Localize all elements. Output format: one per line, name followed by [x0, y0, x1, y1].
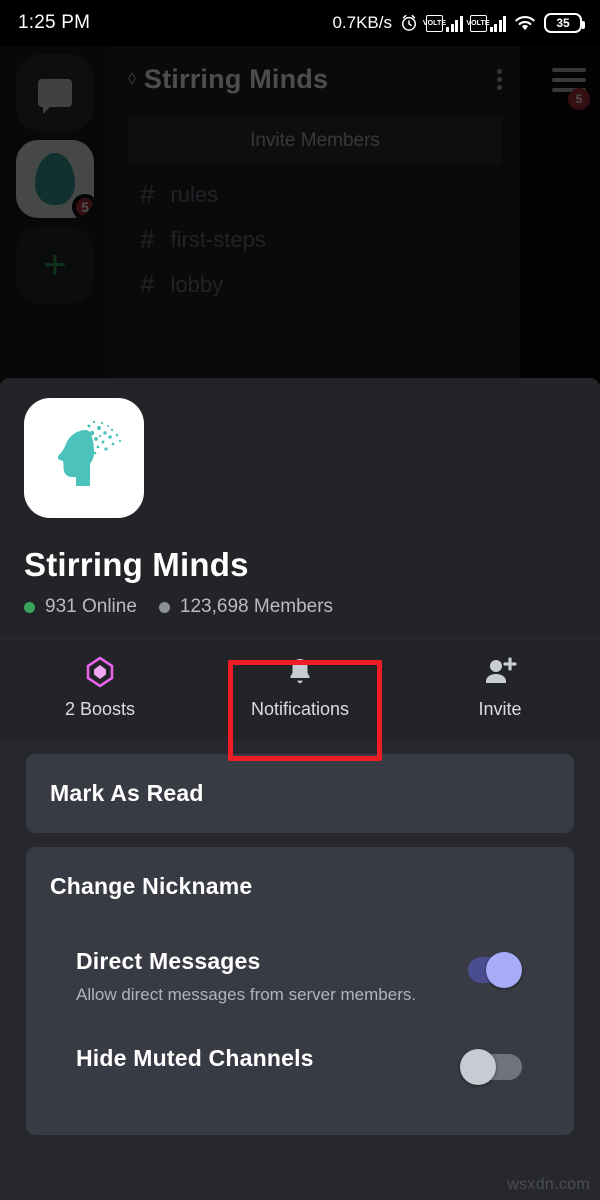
- hide-muted-channels-title: Hide Muted Channels: [76, 1045, 314, 1071]
- background-app-dimmed: 5 + ◊ Stirring Minds Invite Members # ru…: [0, 46, 600, 386]
- kebab-menu-icon[interactable]: [497, 66, 502, 93]
- channel-name: lobby: [170, 271, 224, 297]
- sim2-signal: VOLTE: [466, 14, 506, 32]
- card-bottom-spacer: [26, 1101, 574, 1135]
- member-count: 123,698 Members: [158, 596, 334, 618]
- toggle-knob: [460, 1049, 496, 1085]
- add-server-button[interactable]: +: [16, 226, 94, 304]
- status-bar: 1:25 PM 0.7KB/s VOLTE VOLTE 35: [0, 0, 600, 46]
- bell-icon: [285, 655, 315, 689]
- member-count-label: 123,698 Members: [179, 596, 334, 617]
- channel-list-panel: ◊ Stirring Minds Invite Members # rules …: [110, 46, 520, 386]
- member-status-dot-icon: [158, 601, 170, 613]
- sim2-bars-icon: [489, 15, 506, 32]
- sim2-volte-label: VOLTE: [466, 19, 490, 27]
- action-invite-label: Invite: [478, 699, 522, 719]
- sim1-signal: VOLTE: [422, 14, 463, 32]
- action-boosts-label: 2 Boosts: [64, 699, 136, 719]
- server-settings-card: Change Nickname Direct Messages Allow di…: [26, 847, 574, 1135]
- guild-rail: 5 +: [0, 46, 110, 386]
- setting-hide-muted-channels[interactable]: Hide Muted Channels: [26, 1023, 574, 1101]
- hash-icon: #: [140, 179, 155, 209]
- hamburger-unread-badge: 5: [568, 88, 590, 110]
- verified-badge-icon: ◊: [128, 70, 136, 88]
- action-notifications-label: Notifications: [250, 699, 350, 719]
- change-nickname-row[interactable]: Change Nickname: [26, 847, 574, 926]
- boost-diamond-icon: [86, 655, 114, 689]
- action-boosts[interactable]: 2 Boosts: [0, 647, 200, 724]
- direct-messages-button[interactable]: [16, 54, 94, 132]
- battery-indicator: 35: [544, 13, 585, 33]
- online-status-dot-icon: [24, 601, 35, 613]
- channel-item-rules[interactable]: # rules: [110, 165, 520, 210]
- sim1-bars-icon: [446, 15, 463, 32]
- channel-name: first-steps: [170, 226, 266, 252]
- action-invite[interactable]: Invite: [400, 647, 600, 724]
- phone-screen: 1:25 PM 0.7KB/s VOLTE VOLTE 35 5 + ◊ Sti…: [0, 0, 600, 1200]
- alarm-clock-icon: [402, 14, 416, 31]
- background-server-title: Stirring Minds: [143, 64, 329, 94]
- mark-as-read-label: Mark As Read: [50, 780, 204, 806]
- channel-item-lobby[interactable]: # lobby: [110, 255, 520, 300]
- channel-name: rules: [170, 181, 219, 207]
- sim2-volte-icon: VOLTE: [466, 14, 490, 32]
- options-card-list: Mark As Read Change Nickname Direct Mess…: [0, 738, 600, 1135]
- hash-icon: #: [140, 269, 155, 299]
- invite-members-button[interactable]: Invite Members: [128, 117, 502, 165]
- online-count-label: 931 Online: [45, 596, 137, 617]
- direct-messages-toggle[interactable]: [460, 952, 522, 988]
- server-header-section: Stirring Minds 931 Online 123,698 Member…: [0, 378, 600, 638]
- status-bar-indicators: 0.7KB/s VOLTE VOLTE 35: [332, 13, 585, 33]
- direct-messages-title: Direct Messages: [76, 948, 261, 974]
- server-avatar: [24, 398, 144, 518]
- battery-level-label: 35: [556, 16, 570, 30]
- member-list-strip: 5: [520, 46, 600, 386]
- direct-messages-subtitle: Allow direct messages from server member…: [76, 985, 417, 1004]
- chat-bubble-icon: [38, 79, 72, 114]
- watermark: wsxdn.com: [507, 1176, 590, 1193]
- mark-as-read-row[interactable]: Mark As Read: [26, 754, 574, 833]
- mark-as-read-card[interactable]: Mark As Read: [26, 754, 574, 833]
- status-bar-clock: 1:25 PM: [18, 12, 91, 33]
- server-options-bottom-sheet: Stirring Minds 931 Online 123,698 Member…: [0, 378, 600, 1200]
- channel-panel-header: ◊ Stirring Minds: [110, 46, 520, 95]
- stirring-minds-head-logo-icon: [57, 420, 122, 486]
- server-stats: 931 Online 123,698 Members: [24, 596, 576, 618]
- direct-messages-text: Direct Messages Allow direct messages fr…: [50, 948, 460, 1005]
- wifi-icon: [515, 16, 535, 31]
- guild-icon-stirring-minds[interactable]: 5: [16, 140, 94, 218]
- network-speed-indicator: 0.7KB/s: [332, 13, 392, 32]
- hide-muted-channels-text: Hide Muted Channels: [50, 1045, 460, 1072]
- hash-icon: #: [140, 224, 155, 254]
- hide-muted-channels-toggle[interactable]: [460, 1049, 522, 1085]
- toggle-knob: [486, 952, 522, 988]
- setting-direct-messages[interactable]: Direct Messages Allow direct messages fr…: [26, 926, 574, 1023]
- channel-item-first-steps[interactable]: # first-steps: [110, 210, 520, 255]
- online-count: 931 Online: [24, 596, 137, 618]
- guild-unread-badge: 5: [72, 194, 94, 218]
- guild-avatar-thumb: [35, 153, 75, 205]
- sim1-volte-label: VOLTE: [422, 19, 447, 27]
- action-notifications[interactable]: Notifications: [200, 647, 400, 724]
- sim1-volte-icon: VOLTE: [422, 14, 447, 32]
- sheet-server-title: Stirring Minds: [24, 546, 249, 583]
- change-nickname-label: Change Nickname: [50, 873, 253, 899]
- server-action-bar: 2 Boosts Notifications Invite: [0, 638, 600, 738]
- person-add-icon: [483, 655, 517, 689]
